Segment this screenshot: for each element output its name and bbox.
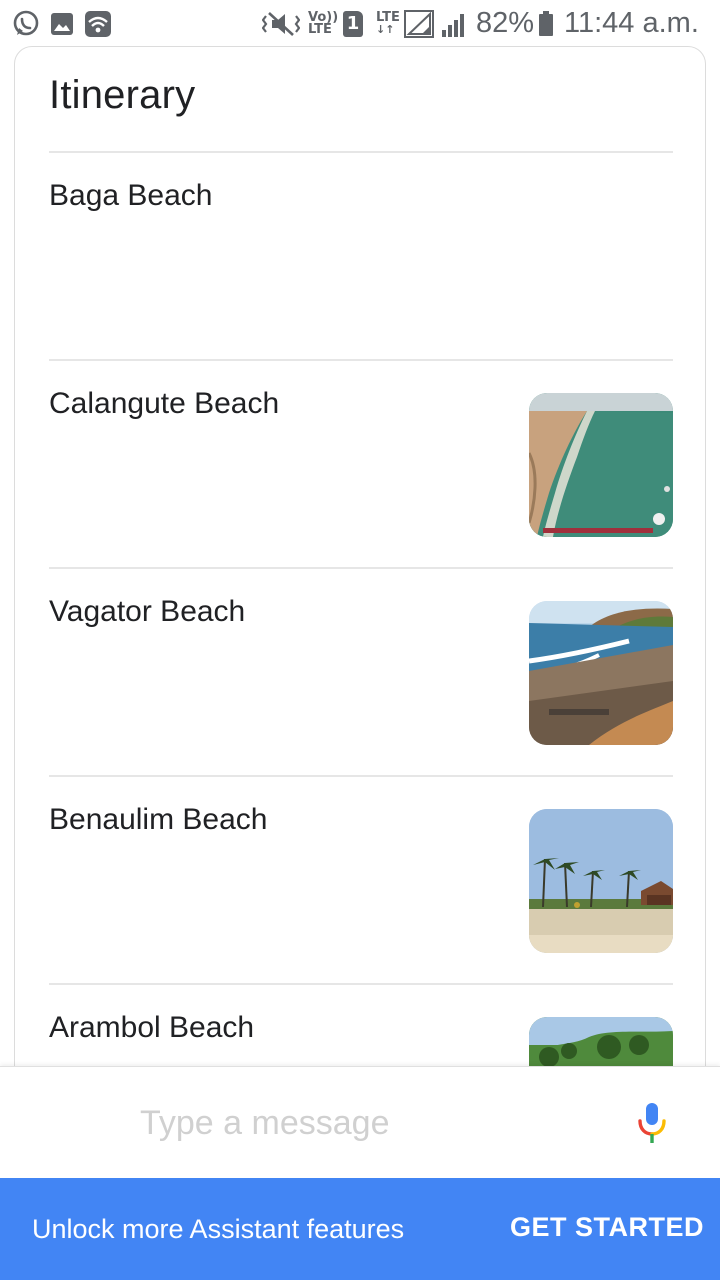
status-bar: Vo)) LTE 1 LTE ↓↑ 82% 11:44 a.m. — [0, 0, 720, 48]
item-name: Vagator Beach — [49, 595, 246, 628]
wifi-icon — [84, 10, 112, 43]
volte-label: Vo)) LTE — [308, 11, 338, 37]
signal-sim1-icon — [404, 10, 434, 43]
volte-bottom-text: LTE — [308, 22, 332, 37]
vibrate-mute-icon — [261, 10, 301, 43]
message-bar — [0, 1066, 720, 1178]
unlock-features-banner: Unlock more Assistant features GET START… — [0, 1178, 720, 1280]
mic-icon[interactable] — [636, 1101, 668, 1150]
lte-data-label: LTE ↓↑ — [376, 11, 400, 36]
itinerary-card: Itinerary Baga Beach Calangute Beach Vag… — [14, 46, 706, 1146]
item-name: Calangute Beach — [49, 387, 280, 420]
battery-percent: 82% — [476, 7, 535, 39]
beach-thumbnail-image — [529, 809, 673, 953]
list-item-benaulim-beach[interactable]: Benaulim Beach — [15, 777, 705, 983]
item-name: Benaulim Beach — [49, 803, 268, 836]
image-icon — [50, 12, 74, 41]
get-started-button[interactable]: GET STARTED — [510, 1212, 704, 1243]
item-name: Arambol Beach — [49, 1011, 255, 1044]
card-title: Itinerary — [49, 73, 196, 117]
list-item-calangute-beach[interactable]: Calangute Beach — [15, 361, 705, 567]
item-name: Baga Beach — [49, 179, 213, 212]
message-input[interactable] — [140, 1099, 580, 1147]
whatsapp-icon — [12, 10, 40, 43]
beach-thumbnail-image — [529, 601, 673, 745]
sim-icon: 1 — [343, 11, 363, 37]
battery-icon — [538, 11, 554, 42]
data-arrows-icon: ↓↑ — [376, 23, 395, 36]
beach-thumbnail-image — [529, 393, 673, 537]
list-item-baga-beach[interactable]: Baga Beach — [15, 153, 705, 359]
clock-time: 11:44 a.m. — [564, 7, 699, 39]
banner-text: Unlock more Assistant features — [32, 1214, 405, 1244]
list-item-vagator-beach[interactable]: Vagator Beach — [15, 569, 705, 775]
signal-sim2-icon — [440, 12, 468, 43]
